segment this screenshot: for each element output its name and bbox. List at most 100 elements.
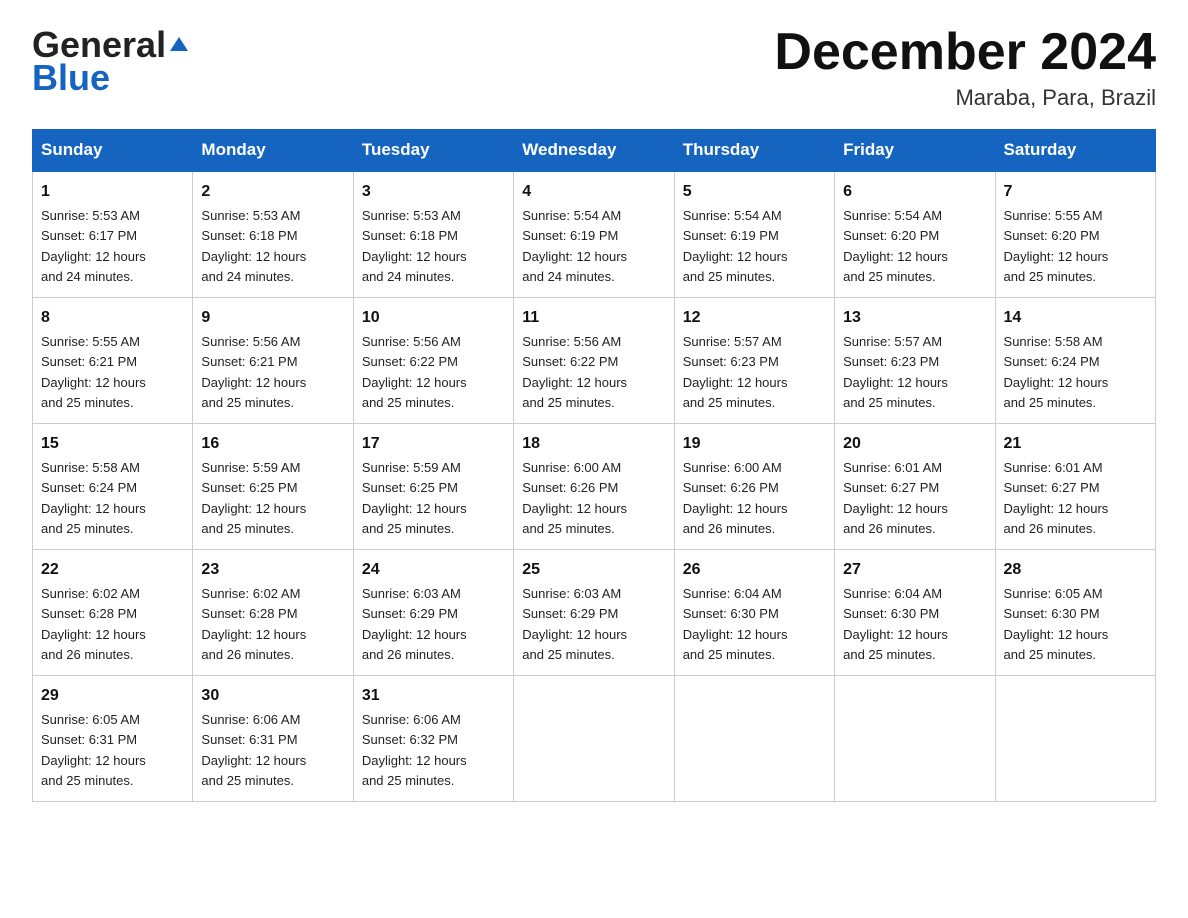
calendar-week-row: 15 Sunrise: 5:58 AMSunset: 6:24 PMDaylig… bbox=[33, 424, 1156, 550]
calendar-day-cell: 8 Sunrise: 5:55 AMSunset: 6:21 PMDayligh… bbox=[33, 298, 193, 424]
calendar-day-cell bbox=[514, 676, 674, 802]
day-info: Sunrise: 5:57 AMSunset: 6:23 PMDaylight:… bbox=[683, 334, 788, 410]
day-info: Sunrise: 5:54 AMSunset: 6:20 PMDaylight:… bbox=[843, 208, 948, 284]
day-number: 22 bbox=[41, 558, 184, 582]
logo-triangle-icon bbox=[168, 33, 190, 55]
calendar-day-cell: 9 Sunrise: 5:56 AMSunset: 6:21 PMDayligh… bbox=[193, 298, 353, 424]
calendar-day-cell: 5 Sunrise: 5:54 AMSunset: 6:19 PMDayligh… bbox=[674, 171, 834, 298]
calendar-day-cell: 23 Sunrise: 6:02 AMSunset: 6:28 PMDaylig… bbox=[193, 550, 353, 676]
header-sunday: Sunday bbox=[33, 130, 193, 172]
calendar-day-cell: 13 Sunrise: 5:57 AMSunset: 6:23 PMDaylig… bbox=[835, 298, 995, 424]
day-number: 8 bbox=[41, 306, 184, 330]
calendar-day-cell: 17 Sunrise: 5:59 AMSunset: 6:25 PMDaylig… bbox=[353, 424, 513, 550]
day-info: Sunrise: 5:54 AMSunset: 6:19 PMDaylight:… bbox=[683, 208, 788, 284]
calendar-week-row: 22 Sunrise: 6:02 AMSunset: 6:28 PMDaylig… bbox=[33, 550, 1156, 676]
day-info: Sunrise: 5:53 AMSunset: 6:17 PMDaylight:… bbox=[41, 208, 146, 284]
day-number: 11 bbox=[522, 306, 665, 330]
header-thursday: Thursday bbox=[674, 130, 834, 172]
calendar-day-cell: 26 Sunrise: 6:04 AMSunset: 6:30 PMDaylig… bbox=[674, 550, 834, 676]
day-number: 3 bbox=[362, 180, 505, 204]
day-info: Sunrise: 5:59 AMSunset: 6:25 PMDaylight:… bbox=[362, 460, 467, 536]
calendar-day-cell bbox=[674, 676, 834, 802]
calendar-day-cell: 7 Sunrise: 5:55 AMSunset: 6:20 PMDayligh… bbox=[995, 171, 1155, 298]
day-info: Sunrise: 5:54 AMSunset: 6:19 PMDaylight:… bbox=[522, 208, 627, 284]
day-number: 21 bbox=[1004, 432, 1147, 456]
header-tuesday: Tuesday bbox=[353, 130, 513, 172]
calendar-day-cell: 27 Sunrise: 6:04 AMSunset: 6:30 PMDaylig… bbox=[835, 550, 995, 676]
day-number: 26 bbox=[683, 558, 826, 582]
day-number: 23 bbox=[201, 558, 344, 582]
day-info: Sunrise: 6:05 AMSunset: 6:30 PMDaylight:… bbox=[1004, 586, 1109, 662]
day-info: Sunrise: 6:06 AMSunset: 6:32 PMDaylight:… bbox=[362, 712, 467, 788]
day-number: 16 bbox=[201, 432, 344, 456]
calendar-day-cell: 21 Sunrise: 6:01 AMSunset: 6:27 PMDaylig… bbox=[995, 424, 1155, 550]
day-info: Sunrise: 6:03 AMSunset: 6:29 PMDaylight:… bbox=[522, 586, 627, 662]
calendar-day-cell: 18 Sunrise: 6:00 AMSunset: 6:26 PMDaylig… bbox=[514, 424, 674, 550]
calendar-day-cell: 29 Sunrise: 6:05 AMSunset: 6:31 PMDaylig… bbox=[33, 676, 193, 802]
calendar-day-cell: 20 Sunrise: 6:01 AMSunset: 6:27 PMDaylig… bbox=[835, 424, 995, 550]
calendar-day-cell: 2 Sunrise: 5:53 AMSunset: 6:18 PMDayligh… bbox=[193, 171, 353, 298]
day-number: 19 bbox=[683, 432, 826, 456]
page-header: General Blue December 2024 Maraba, Para,… bbox=[32, 24, 1156, 111]
calendar-table: Sunday Monday Tuesday Wednesday Thursday… bbox=[32, 129, 1156, 802]
day-info: Sunrise: 5:55 AMSunset: 6:21 PMDaylight:… bbox=[41, 334, 146, 410]
calendar-day-cell: 6 Sunrise: 5:54 AMSunset: 6:20 PMDayligh… bbox=[835, 171, 995, 298]
calendar-day-cell: 30 Sunrise: 6:06 AMSunset: 6:31 PMDaylig… bbox=[193, 676, 353, 802]
day-number: 31 bbox=[362, 684, 505, 708]
calendar-day-cell: 15 Sunrise: 5:58 AMSunset: 6:24 PMDaylig… bbox=[33, 424, 193, 550]
day-info: Sunrise: 5:58 AMSunset: 6:24 PMDaylight:… bbox=[41, 460, 146, 536]
calendar-day-cell: 31 Sunrise: 6:06 AMSunset: 6:32 PMDaylig… bbox=[353, 676, 513, 802]
calendar-day-cell: 25 Sunrise: 6:03 AMSunset: 6:29 PMDaylig… bbox=[514, 550, 674, 676]
day-number: 1 bbox=[41, 180, 184, 204]
calendar-week-row: 1 Sunrise: 5:53 AMSunset: 6:17 PMDayligh… bbox=[33, 171, 1156, 298]
day-info: Sunrise: 5:59 AMSunset: 6:25 PMDaylight:… bbox=[201, 460, 306, 536]
calendar-day-cell: 22 Sunrise: 6:02 AMSunset: 6:28 PMDaylig… bbox=[33, 550, 193, 676]
day-number: 20 bbox=[843, 432, 986, 456]
day-number: 18 bbox=[522, 432, 665, 456]
day-info: Sunrise: 6:06 AMSunset: 6:31 PMDaylight:… bbox=[201, 712, 306, 788]
day-number: 2 bbox=[201, 180, 344, 204]
header-wednesday: Wednesday bbox=[514, 130, 674, 172]
day-info: Sunrise: 6:00 AMSunset: 6:26 PMDaylight:… bbox=[683, 460, 788, 536]
day-info: Sunrise: 6:05 AMSunset: 6:31 PMDaylight:… bbox=[41, 712, 146, 788]
day-info: Sunrise: 6:03 AMSunset: 6:29 PMDaylight:… bbox=[362, 586, 467, 662]
day-number: 27 bbox=[843, 558, 986, 582]
day-number: 14 bbox=[1004, 306, 1147, 330]
month-title: December 2024 bbox=[774, 24, 1156, 81]
calendar-day-cell: 14 Sunrise: 5:58 AMSunset: 6:24 PMDaylig… bbox=[995, 298, 1155, 424]
day-info: Sunrise: 5:56 AMSunset: 6:22 PMDaylight:… bbox=[362, 334, 467, 410]
day-number: 5 bbox=[683, 180, 826, 204]
day-info: Sunrise: 5:53 AMSunset: 6:18 PMDaylight:… bbox=[362, 208, 467, 284]
day-info: Sunrise: 5:55 AMSunset: 6:20 PMDaylight:… bbox=[1004, 208, 1109, 284]
calendar-day-cell bbox=[995, 676, 1155, 802]
day-number: 30 bbox=[201, 684, 344, 708]
day-info: Sunrise: 6:04 AMSunset: 6:30 PMDaylight:… bbox=[843, 586, 948, 662]
calendar-day-cell: 28 Sunrise: 6:05 AMSunset: 6:30 PMDaylig… bbox=[995, 550, 1155, 676]
day-info: Sunrise: 6:00 AMSunset: 6:26 PMDaylight:… bbox=[522, 460, 627, 536]
day-number: 15 bbox=[41, 432, 184, 456]
day-number: 13 bbox=[843, 306, 986, 330]
calendar-day-cell: 12 Sunrise: 5:57 AMSunset: 6:23 PMDaylig… bbox=[674, 298, 834, 424]
day-info: Sunrise: 6:02 AMSunset: 6:28 PMDaylight:… bbox=[201, 586, 306, 662]
calendar-day-cell bbox=[835, 676, 995, 802]
logo: General Blue bbox=[32, 24, 190, 96]
calendar-day-cell: 10 Sunrise: 5:56 AMSunset: 6:22 PMDaylig… bbox=[353, 298, 513, 424]
header-monday: Monday bbox=[193, 130, 353, 172]
calendar-week-row: 8 Sunrise: 5:55 AMSunset: 6:21 PMDayligh… bbox=[33, 298, 1156, 424]
logo-blue-text: Blue bbox=[32, 60, 110, 96]
day-info: Sunrise: 5:56 AMSunset: 6:22 PMDaylight:… bbox=[522, 334, 627, 410]
day-number: 17 bbox=[362, 432, 505, 456]
calendar-day-cell: 24 Sunrise: 6:03 AMSunset: 6:29 PMDaylig… bbox=[353, 550, 513, 676]
location-subtitle: Maraba, Para, Brazil bbox=[774, 85, 1156, 111]
calendar-week-row: 29 Sunrise: 6:05 AMSunset: 6:31 PMDaylig… bbox=[33, 676, 1156, 802]
header-friday: Friday bbox=[835, 130, 995, 172]
calendar-day-cell: 11 Sunrise: 5:56 AMSunset: 6:22 PMDaylig… bbox=[514, 298, 674, 424]
day-info: Sunrise: 6:02 AMSunset: 6:28 PMDaylight:… bbox=[41, 586, 146, 662]
day-info: Sunrise: 6:04 AMSunset: 6:30 PMDaylight:… bbox=[683, 586, 788, 662]
day-info: Sunrise: 5:57 AMSunset: 6:23 PMDaylight:… bbox=[843, 334, 948, 410]
day-number: 9 bbox=[201, 306, 344, 330]
day-info: Sunrise: 5:56 AMSunset: 6:21 PMDaylight:… bbox=[201, 334, 306, 410]
day-number: 25 bbox=[522, 558, 665, 582]
day-info: Sunrise: 6:01 AMSunset: 6:27 PMDaylight:… bbox=[843, 460, 948, 536]
calendar-day-cell: 4 Sunrise: 5:54 AMSunset: 6:19 PMDayligh… bbox=[514, 171, 674, 298]
